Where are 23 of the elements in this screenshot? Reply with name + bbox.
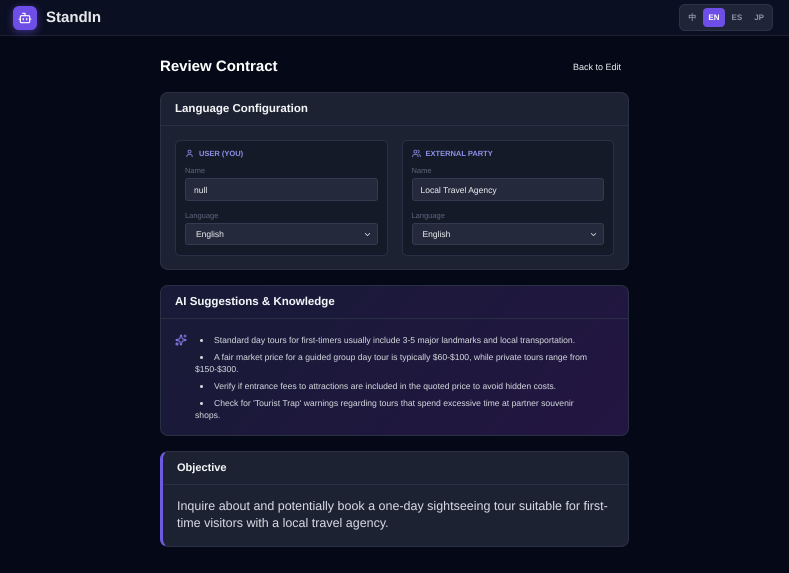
language-button[interactable]: ES [726,8,748,27]
back-link[interactable]: Back to Edit [572,62,621,72]
language-button[interactable]: EN [703,8,725,27]
name-field[interactable]: Local Travel Agency [412,178,604,201]
suggestion-item: Verify if entrance fees to attractions are included in the quoted price to avoid hidden costs. [195,380,600,392]
page-title: Review Contract [160,58,278,75]
card-title: Language Configuration [175,103,309,115]
objective-text: Inquire about and potentially book a one-day sightseeing tour suitable for first-time visitors with a local travel agency. [176,498,609,532]
person-icon [185,149,194,158]
language-select[interactable]: English [412,223,604,245]
language-button[interactable]: 中 [683,8,702,27]
name-field[interactable]: null [185,178,378,201]
suggestion-item: A fair market price for a guided group day tour is typically $60-$100, while private tours range from $150-$300. [195,351,588,375]
app-name: StandIn [46,9,101,26]
card-title: Objective [177,462,228,474]
people-icon [412,149,420,158]
robot-logo-icon [13,6,37,30]
language-button[interactable]: JP [749,8,769,27]
card-title: AI Suggestions & Knowledge [175,296,336,308]
suggestion-item: Check for 'Tourist Trap' warnings regarding tours that spend excessive time at partner souvenir shops. [195,397,575,421]
suggestion-item: Standard day tours for first-timers usually include 3-5 major landmarks and local transportation. [195,334,600,346]
sparkles-icon [175,334,187,346]
language-select[interactable]: English [185,223,378,245]
